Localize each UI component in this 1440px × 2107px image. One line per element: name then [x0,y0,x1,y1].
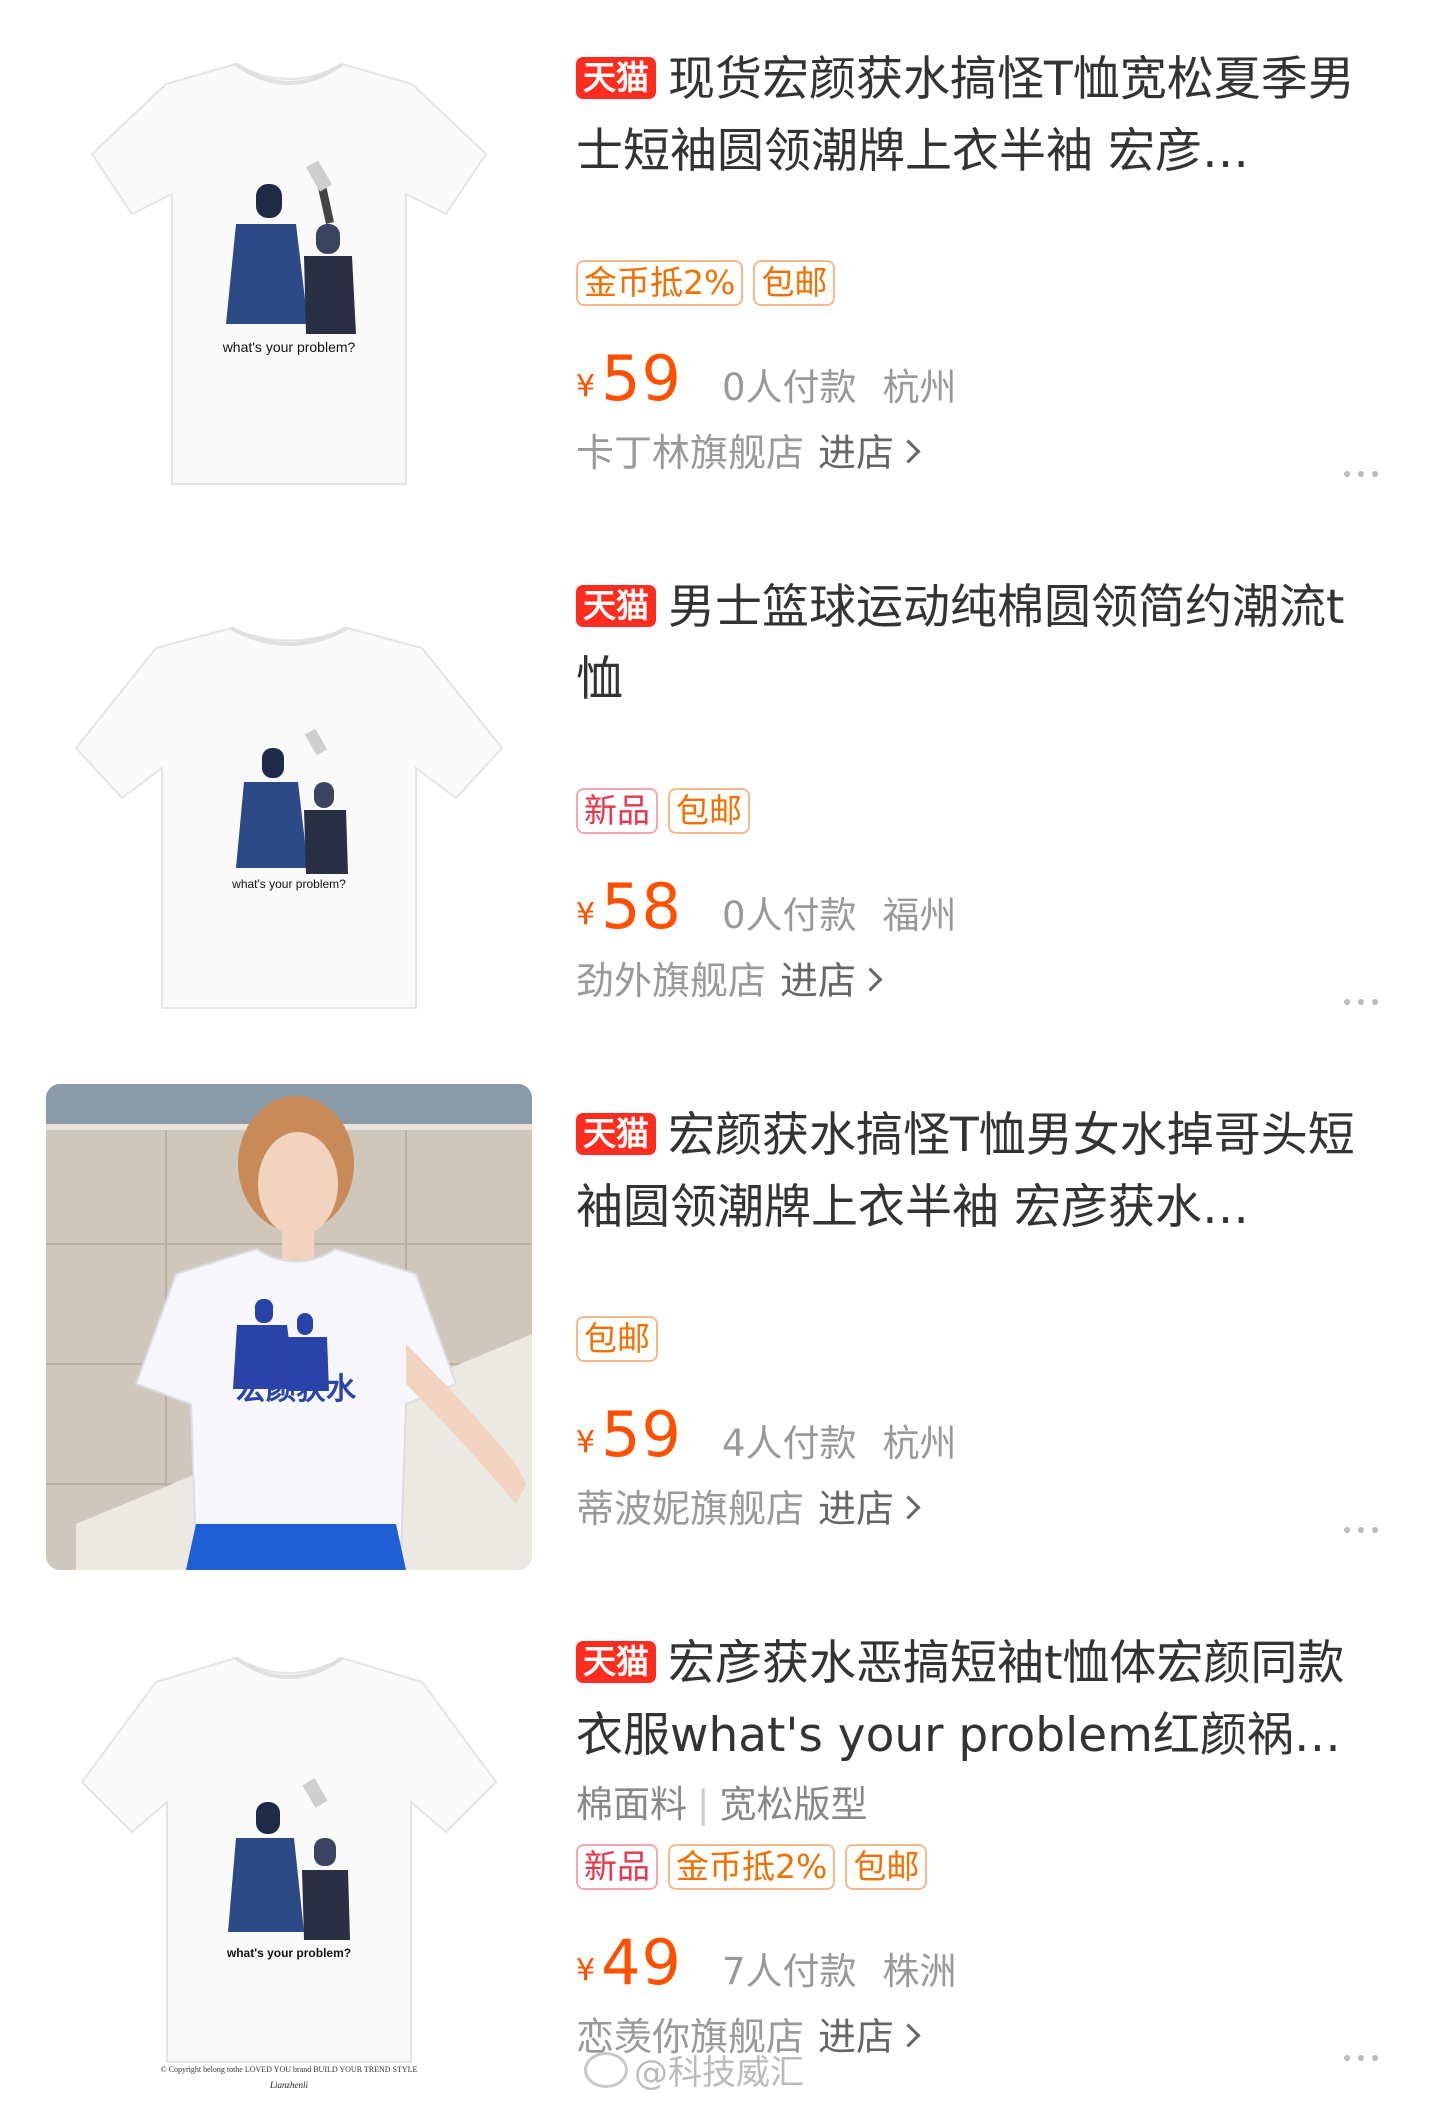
free-shipping-tag: 包邮 [668,788,750,834]
location: 杭州 [882,366,957,409]
title-text: 男士篮球运动纯棉圆领简约潮流t恤 [576,580,1345,707]
sales-count: 0人付款 [722,894,857,937]
footer-text: © Copyright belong tothe LOVED YOU brand… [161,2065,418,2074]
signature-text: Lianzhenli [269,2080,309,2090]
more-options-icon[interactable] [1344,2026,1388,2061]
enter-store-link[interactable]: 进店 [818,2015,921,2059]
store-name[interactable]: 蒂波妮旗舰店 [576,1487,804,1531]
specs-row [576,188,1366,254]
product-info: 天猫 现货宏颜获水搞怪T恤宽松夏季男士短袖圆领潮牌上衣半袖 宏彦… 金币抵2% 包邮… [576,44,1378,478]
currency-symbol: ¥ [576,1953,596,1988]
product-title[interactable]: 天猫 宏彦获水恶搞短袖t恤体宏颜同款衣服what's your problem红颜… [576,1628,1366,1772]
more-options-icon[interactable] [1344,970,1388,1005]
product-card[interactable]: what's your problem? 天猫 男士篮球运动纯棉圆领简约潮流t恤 … [0,528,1440,1044]
chevron-right-icon [896,2023,921,2048]
tags-row: 金币抵2% 包邮 [576,260,1366,322]
chevron-right-icon [896,1495,921,1520]
specs-row [576,1244,1366,1310]
title-text: 宏彦获水恶搞短袖t恤体宏颜同款衣服what's your problem红颜祸… [576,1636,1345,1763]
currency-symbol: ¥ [576,369,596,404]
enter-label: 进店 [780,959,857,1003]
print-text: what's your problem? [222,339,356,355]
coin-tag: 金币抵2% [668,1844,836,1890]
print-text: 宏颜获水 [236,1372,357,1407]
store-row: 卡丁林旗舰店 进店 [576,422,1388,478]
spec-item: 宽松版型 [719,1783,868,1826]
currency-symbol: ¥ [576,1425,596,1460]
coin-tag: 金币抵2% [576,260,744,306]
print-text: what's your problem? [226,1946,351,1960]
price: 59 [601,342,682,415]
product-info: 天猫 宏彦获水恶搞短袖t恤体宏颜同款衣服what's your problem红颜… [576,1628,1378,2062]
new-tag: 新品 [576,788,658,834]
price-row: ¥58 0人付款 福州 [576,870,1366,943]
product-card[interactable]: what's your problem? 天猫 现货宏颜获水搞怪T恤宽松夏季男士短… [0,0,1440,520]
tshirt-image: what's your problem? © Copyright belong … [80,1656,498,2090]
price-row: ¥59 4人付款 杭州 [576,1398,1366,1471]
more-options-icon[interactable] [1344,1498,1388,1533]
watermark-text: @科技威汇 [634,2053,804,2093]
product-info: 天猫 男士篮球运动纯棉圆领简约潮流t恤 新品 包邮 ¥58 0人付款 福州 劲外旗舰店进… [576,572,1378,1006]
product-card[interactable]: 宏颜获水 天猫 宏颜获水搞怪T恤男女水掉哥头短袖圆领潮牌上衣半袖 宏彦获水… 包邮… [0,1056,1440,1570]
product-title[interactable]: 天猫 宏颜获水搞怪T恤男女水掉哥头短袖圆领潮牌上衣半袖 宏彦获水… [576,1100,1366,1244]
price: 49 [601,1926,682,1999]
currency-symbol: ¥ [576,897,596,932]
tshirt-image: what's your problem? [74,626,504,1009]
product-image[interactable]: 宏颜获水 [46,1084,532,1570]
store-row: 蒂波妮旗舰店 进店 [576,1478,1388,1534]
product-image[interactable]: what's your problem? [46,558,532,1044]
tmall-badge: 天猫 [576,585,656,627]
price: 59 [601,1398,682,1471]
free-shipping-tag: 包邮 [753,260,836,306]
tags-row: 包邮 [576,1316,1366,1378]
location: 杭州 [882,1422,957,1465]
tags-row: 新品 包邮 [576,788,1366,850]
specs-row: 棉面料 | 宽松版型 [576,1772,1366,1838]
spec-item: 棉面料 [576,1783,687,1826]
free-shipping-tag: 包邮 [576,1316,658,1362]
product-info: 天猫 宏颜获水搞怪T恤男女水掉哥头短袖圆领潮牌上衣半袖 宏彦获水… 包邮 ¥59 4… [576,1100,1378,1534]
enter-label: 进店 [818,1487,895,1531]
tmall-badge: 天猫 [576,1641,656,1683]
store-name[interactable]: 卡丁林旗舰店 [576,431,804,475]
weibo-icon [584,2052,628,2088]
tags-row: 新品 金币抵2% 包邮 [576,1844,1366,1906]
chevron-right-icon [896,439,921,464]
title-text: 现货宏颜获水搞怪T恤宽松夏季男士短袖圆领潮牌上衣半袖 宏彦… [576,52,1355,179]
price: 58 [601,870,682,943]
specs-row [576,716,1366,782]
store-name[interactable]: 劲外旗舰店 [576,959,766,1003]
spec-divider: | [697,1783,710,1826]
product-image[interactable]: what's your problem? [46,34,532,520]
location: 株洲 [882,1950,957,1993]
price-row: ¥59 0人付款 杭州 [576,342,1366,415]
enter-store-link[interactable]: 进店 [780,959,883,1003]
tmall-badge: 天猫 [576,57,656,99]
tshirt-image: what's your problem? [90,62,488,485]
product-title[interactable]: 天猫 男士篮球运动纯棉圆领简约潮流t恤 [576,572,1366,716]
tmall-badge: 天猫 [576,1113,656,1155]
free-shipping-tag: 包邮 [845,1844,928,1890]
title-text: 宏颜获水搞怪T恤男女水掉哥头短袖圆领潮牌上衣半袖 宏彦获水… [576,1108,1355,1235]
sales-count: 7人付款 [722,1950,857,1993]
enter-label: 进店 [818,431,895,475]
price-row: ¥49 7人付款 株洲 [576,1926,1366,1999]
enter-store-link[interactable]: 进店 [818,431,921,475]
more-options-icon[interactable] [1344,442,1388,477]
watermark: @科技威汇 [584,2045,804,2094]
chevron-right-icon [858,967,883,992]
new-tag: 新品 [576,1844,658,1890]
model-photo: 宏颜获水 [46,1084,532,1570]
product-image[interactable]: what's your problem? © Copyright belong … [46,1612,532,2098]
print-text: what's your problem? [231,877,346,891]
sales-count: 0人付款 [722,366,857,409]
sales-count: 4人付款 [722,1422,857,1465]
enter-label: 进店 [818,2015,895,2059]
product-card[interactable]: what's your problem? © Copyright belong … [0,1584,1440,2098]
location: 福州 [882,894,957,937]
product-title[interactable]: 天猫 现货宏颜获水搞怪T恤宽松夏季男士短袖圆领潮牌上衣半袖 宏彦… [576,44,1366,188]
enter-store-link[interactable]: 进店 [818,1487,921,1531]
store-row: 劲外旗舰店 进店 [576,950,1388,1006]
